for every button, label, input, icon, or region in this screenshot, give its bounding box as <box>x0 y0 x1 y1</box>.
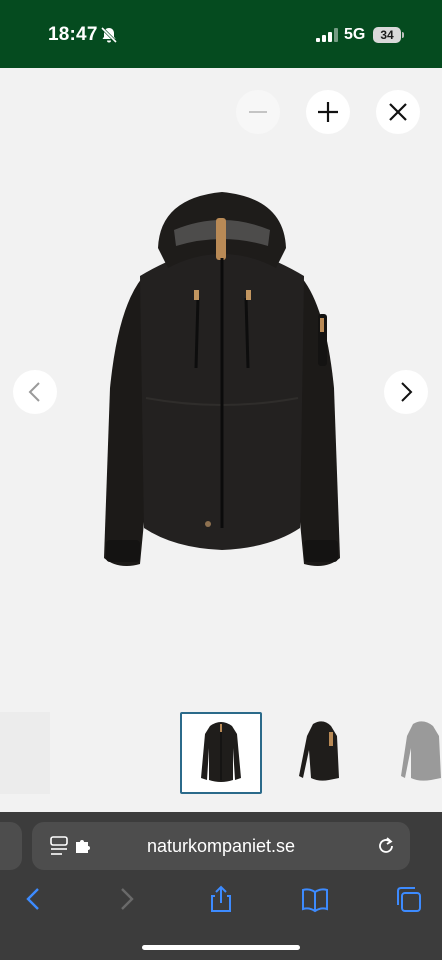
reload-icon[interactable] <box>376 836 396 856</box>
battery-tip <box>402 32 404 38</box>
tabs-button[interactable] <box>394 884 424 914</box>
share-button[interactable] <box>206 884 236 914</box>
zoom-in-button[interactable] <box>306 90 350 134</box>
minus-icon <box>249 111 267 113</box>
close-button[interactable] <box>376 90 420 134</box>
back-button[interactable] <box>18 884 48 914</box>
thumbnail-side-image <box>299 721 339 781</box>
thumbnail-front[interactable] <box>180 712 262 794</box>
close-icon <box>389 103 407 121</box>
browser-toolbar: naturkompaniet.se <box>0 812 442 960</box>
product-image <box>104 192 340 566</box>
status-time: 18:47 <box>48 24 98 45</box>
thumbnail-strip <box>0 690 442 812</box>
previous-tab-address-bar[interactable] <box>0 822 22 870</box>
address-bar[interactable]: naturkompaniet.se <box>32 822 410 870</box>
network-label: 5G <box>344 26 366 43</box>
home-indicator <box>142 945 300 950</box>
bell-slash-icon <box>100 26 118 44</box>
bookmarks-button[interactable] <box>300 884 330 914</box>
previous-image-button[interactable] <box>13 370 57 414</box>
zoom-out-button[interactable] <box>236 90 280 134</box>
chevron-left-icon <box>28 382 40 402</box>
battery-indicator: 34 <box>373 27 401 43</box>
thumbnail-grey[interactable] <box>380 712 442 794</box>
chevron-right-icon <box>401 382 413 402</box>
status-bar: 18:47 5G 34 <box>0 0 442 68</box>
next-image-button[interactable] <box>384 370 428 414</box>
plus-icon <box>318 102 338 122</box>
thumbnail-grey-image <box>401 721 441 781</box>
thumbnail-side[interactable] <box>280 712 362 794</box>
thumbnail-front-image <box>201 722 241 782</box>
image-viewer <box>0 68 442 690</box>
signal-icon <box>316 28 338 42</box>
url-text: naturkompaniet.se <box>146 836 296 856</box>
forward-button[interactable] <box>112 884 142 914</box>
thumbnail-partial[interactable] <box>0 712 50 794</box>
